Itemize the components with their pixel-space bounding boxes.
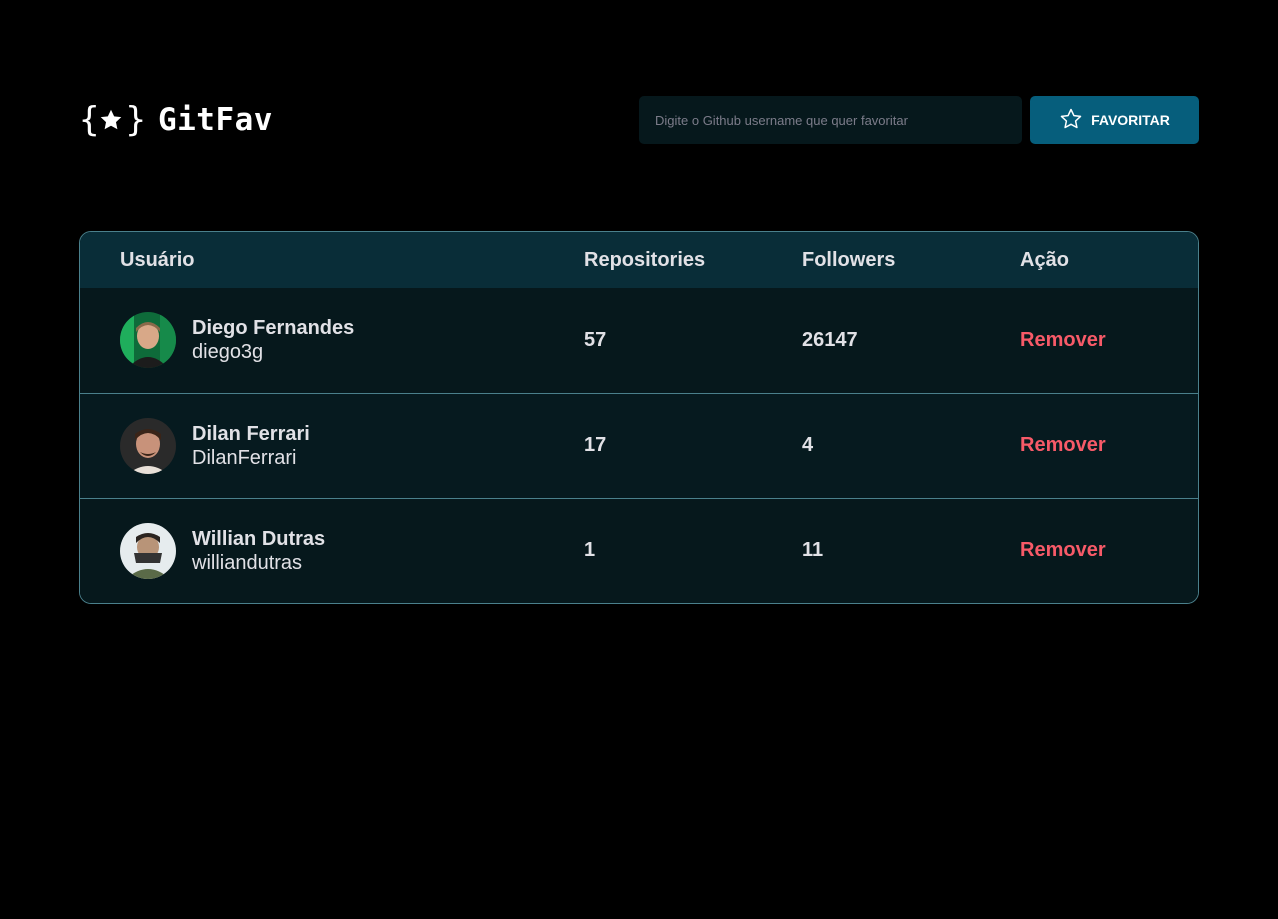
favorites-table: Usuário Repositories Followers Ação Dieg… [79, 231, 1199, 604]
user-name: Diego Fernandes [192, 317, 355, 340]
column-header-action: Ação [1020, 248, 1069, 271]
user-login[interactable]: diego3g [192, 340, 354, 364]
action-cell: Remover [1020, 497, 1198, 603]
user-text: Diego Fernandes diego3g [192, 316, 354, 364]
table-row: Dilan Ferrari DilanFerrari 17 4 Remover [80, 392, 1198, 498]
user-text: Willian Dutras williandutras [192, 527, 325, 575]
action-cell: Remover [1020, 288, 1198, 393]
remove-button[interactable]: Remover [1020, 539, 1106, 562]
table-body: Diego Fernandes diego3g 57 26147 Remover [80, 288, 1198, 603]
column-header-followers: Followers [802, 248, 896, 271]
column-header-user: Usuário [120, 248, 195, 271]
repositories-cell: 57 [584, 328, 607, 351]
table-row: Diego Fernandes diego3g 57 26147 Remover [80, 288, 1198, 393]
user-cell: Dilan Ferrari DilanFerrari [80, 392, 584, 498]
favorite-button[interactable]: Favoritar [1030, 96, 1199, 144]
user-text: Dilan Ferrari DilanFerrari [192, 422, 310, 470]
remove-button[interactable]: Remover [1020, 434, 1106, 457]
followers-cell: 26147 [802, 328, 858, 351]
star-outline-icon [1059, 107, 1083, 134]
remove-button[interactable]: Remover [1020, 329, 1106, 352]
user-name: Willian Dutras [192, 527, 326, 550]
user-info-block: Diego Fernandes diego3g [120, 312, 584, 369]
search-input[interactable] [639, 96, 1022, 144]
user-cell: Diego Fernandes diego3g [80, 288, 584, 393]
column-header-repositories: Repositories [584, 248, 706, 271]
favorite-button-label: Favoritar [1091, 112, 1170, 128]
avatar[interactable] [120, 417, 176, 474]
avatar[interactable] [120, 312, 176, 369]
followers-cell: 11 [802, 497, 1020, 603]
repositories-cell: 1 [584, 497, 802, 603]
app-logo: {} GitFav [79, 96, 273, 144]
user-login[interactable]: williandutras [192, 551, 325, 575]
repositories-cell: 17 [584, 392, 802, 498]
search-bar: Favoritar [639, 96, 1199, 144]
app-header: {} GitFav Favoritar [79, 96, 1199, 144]
user-info-block: Dilan Ferrari DilanFerrari [120, 417, 584, 474]
app-title: GitFav [157, 102, 273, 138]
user-cell: Willian Dutras williandutras [80, 497, 584, 603]
star-braces-icon: {} [79, 100, 146, 140]
user-info-block: Willian Dutras williandutras [120, 522, 584, 579]
user-login[interactable]: DilanFerrari [192, 446, 310, 470]
table-header-row: Usuário Repositories Followers Ação [80, 232, 1198, 288]
table-row: Willian Dutras williandutras 1 11 Remove… [80, 497, 1198, 603]
avatar[interactable] [120, 522, 176, 579]
followers-cell: 4 [802, 392, 1020, 498]
action-cell: Remover [1020, 392, 1198, 498]
user-name: Dilan Ferrari [192, 422, 310, 445]
table-header: Usuário Repositories Followers Ação [80, 232, 1198, 288]
